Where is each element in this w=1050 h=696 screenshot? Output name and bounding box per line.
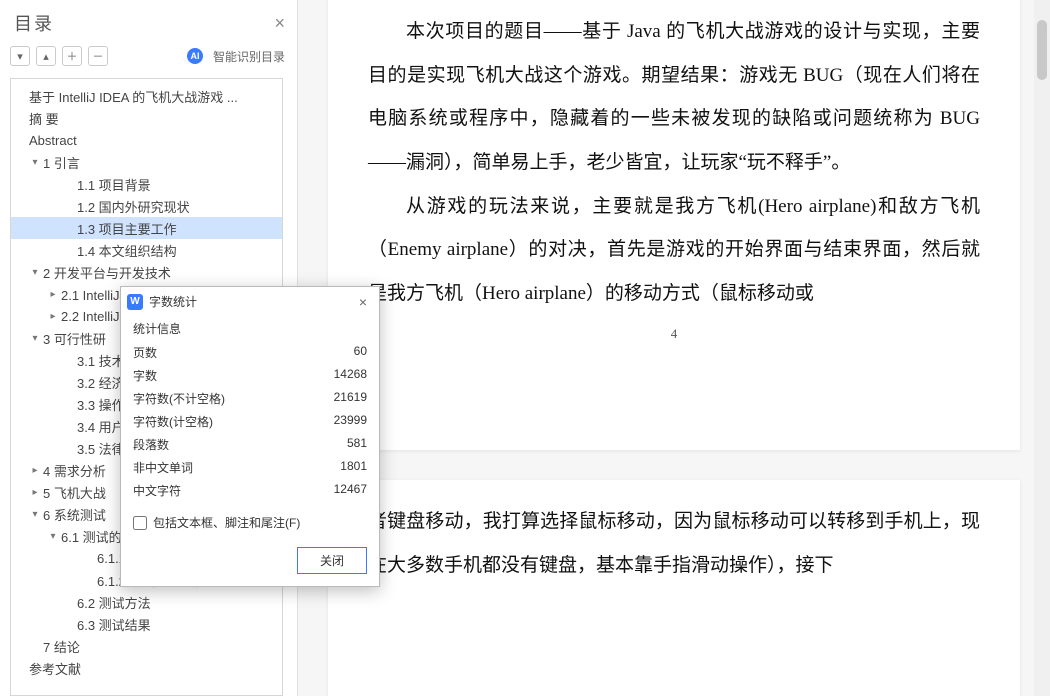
toc-item-label: 2 开发平台与开发技术 — [43, 263, 171, 282]
dialog-close-icon[interactable]: × — [355, 294, 371, 310]
toc-item-1-4[interactable]: 1.4 本文组织结构 — [11, 239, 282, 261]
toc-item-label: 1 引言 — [43, 153, 80, 172]
stats-section-label: 统计信息 — [133, 316, 367, 341]
sidebar-tools: ▾ ▴ ＋ － AI 智能识别目录 — [0, 42, 297, 72]
outline-expand-all-icon[interactable]: ▾ — [10, 46, 30, 66]
toc-item-abstract-cn[interactable]: 摘 要 — [11, 107, 282, 129]
toc-item-label: 5 飞机大战 — [43, 483, 106, 502]
caret-icon[interactable]: ▾ — [29, 157, 41, 168]
word-count-dialog: W 字数统计 × 统计信息 页数60字数14268字符数(不计空格)21619字… — [120, 286, 380, 587]
page-number: 4 — [368, 326, 980, 342]
caret-icon[interactable]: ▸ — [29, 465, 41, 476]
toc-item-label: 3 可行性研 — [43, 329, 106, 348]
toc-item-label: 3.5 法律 — [77, 439, 125, 458]
vertical-scrollbar[interactable] — [1034, 0, 1050, 696]
scrollbar-thumb[interactable] — [1037, 20, 1047, 80]
ai-recognize-toc[interactable]: 智能识别目录 — [213, 48, 285, 65]
toc-item-label: Abstract — [29, 133, 77, 148]
toc-item-label: 7 结论 — [43, 637, 80, 656]
dialog-body: 统计信息 页数60字数14268字符数(不计空格)21619字符数(计空格)23… — [121, 314, 379, 539]
stat-value: 14268 — [334, 367, 367, 384]
dialog-title: 字数统计 — [149, 293, 355, 310]
toc-item-label: 摘 要 — [29, 109, 59, 128]
stat-row: 字数14268 — [133, 364, 367, 387]
include-footnotes-label: 包括文本框、脚注和尾注(F) — [153, 514, 300, 531]
toc-item-6-3[interactable]: 6.3 测试结果 — [11, 613, 282, 635]
stat-value: 12467 — [334, 482, 367, 499]
ai-badge-icon: AI — [187, 48, 203, 64]
toc-item-label: 3.3 操作 — [77, 395, 125, 414]
stat-value: 21619 — [334, 390, 367, 407]
toc-item-label: 4 需求分析 — [43, 461, 106, 480]
toc-item-label: 6 系统测试 — [43, 505, 106, 524]
toc-item-label: 1.1 项目背景 — [77, 175, 151, 194]
stat-row: 非中文单词1801 — [133, 456, 367, 479]
toc-item-abstract-en[interactable]: Abstract — [11, 129, 282, 151]
include-footnotes-checkbox[interactable]: 包括文本框、脚注和尾注(F) — [133, 514, 367, 531]
stat-value: 60 — [354, 344, 367, 361]
paragraph: 者键盘移动，我打算选择鼠标移动，因为鼠标移动可以转移到手机上，现在大多数手机都没… — [368, 500, 980, 587]
toc-item-1[interactable]: ▾1 引言 — [11, 151, 282, 173]
toc-item-label: 6.3 测试结果 — [77, 615, 151, 634]
outline-add-icon[interactable]: ＋ — [62, 46, 82, 66]
stat-label: 非中文单词 — [133, 459, 340, 476]
stat-row: 中文字符12467 — [133, 479, 367, 502]
stat-label: 字符数(不计空格) — [133, 390, 334, 407]
include-footnotes-input[interactable] — [133, 516, 147, 530]
stat-value: 581 — [347, 436, 367, 453]
caret-icon[interactable]: ▸ — [47, 311, 59, 322]
caret-icon[interactable]: ▾ — [29, 333, 41, 344]
toc-item-6-2[interactable]: 6.2 测试方法 — [11, 591, 282, 613]
toc-item-7[interactable]: 7 结论 — [11, 635, 282, 657]
toc-item-label: 1.2 国内外研究现状 — [77, 197, 190, 216]
toc-item-label: 3.4 用户 — [77, 417, 125, 436]
caret-icon[interactable]: ▸ — [47, 289, 59, 300]
toc-item-label: 3.1 技术 — [77, 351, 125, 370]
page-4: 本次项目的题目——基于 Java 的飞机大战游戏的设计与实现，主要目的是实现飞机… — [328, 0, 1020, 450]
page-5: 者键盘移动，我打算选择鼠标移动，因为鼠标移动可以转移到手机上，现在大多数手机都没… — [328, 480, 1020, 696]
stat-value: 1801 — [340, 459, 367, 476]
toc-item-1-1[interactable]: 1.1 项目背景 — [11, 173, 282, 195]
dialog-titlebar[interactable]: W 字数统计 × — [121, 287, 379, 314]
stat-row: 字符数(不计空格)21619 — [133, 387, 367, 410]
stat-row: 段落数581 — [133, 433, 367, 456]
sidebar-title: 目录 — [14, 10, 274, 36]
caret-icon[interactable]: ▾ — [29, 509, 41, 520]
toc-item-title[interactable]: 基于 IntelliJ IDEA 的飞机大战游戏 ... — [11, 85, 282, 107]
stat-label: 中文字符 — [133, 482, 334, 499]
toc-item-label: 2.2 IntelliJ — [61, 309, 120, 324]
document-viewport: 本次项目的题目——基于 Java 的飞机大战游戏的设计与实现，主要目的是实现飞机… — [298, 0, 1050, 696]
toc-item-label: 6.2 测试方法 — [77, 593, 151, 612]
stat-row: 字符数(计空格)23999 — [133, 410, 367, 433]
stat-label: 段落数 — [133, 436, 347, 453]
toc-item-label: 6.1 测试的 — [61, 527, 122, 546]
outline-collapse-all-icon[interactable]: ▴ — [36, 46, 56, 66]
stats-list: 页数60字数14268字符数(不计空格)21619字符数(计空格)23999段落… — [133, 341, 367, 502]
toc-item-2[interactable]: ▾2 开发平台与开发技术 — [11, 261, 282, 283]
stat-row: 页数60 — [133, 341, 367, 364]
toc-item-label: 3.2 经济 — [77, 373, 125, 392]
app-icon: W — [127, 294, 143, 310]
toc-item-1-3[interactable]: 1.3 项目主要工作 — [11, 217, 282, 239]
stat-label: 页数 — [133, 344, 354, 361]
toc-item-label: 1.4 本文组织结构 — [77, 241, 177, 260]
outline-remove-icon[interactable]: － — [88, 46, 108, 66]
caret-icon[interactable]: ▾ — [29, 267, 41, 278]
sidebar-close-icon[interactable]: × — [274, 13, 285, 34]
toc-item-refs[interactable]: 参考文献 — [11, 657, 282, 679]
toc-item-label: 1.3 项目主要工作 — [77, 219, 177, 238]
stat-label: 字符数(计空格) — [133, 413, 334, 430]
paragraph: 从游戏的玩法来说，主要就是我方飞机(Hero airplane)和敌方飞机（En… — [368, 185, 980, 316]
toc-item-1-2[interactable]: 1.2 国内外研究现状 — [11, 195, 282, 217]
sidebar-header: 目录 × — [0, 0, 297, 42]
dialog-close-button[interactable]: 关闭 — [297, 547, 367, 574]
paragraph: 本次项目的题目——基于 Java 的飞机大战游戏的设计与实现，主要目的是实现飞机… — [368, 10, 980, 185]
caret-icon[interactable]: ▸ — [29, 487, 41, 498]
stat-label: 字数 — [133, 367, 334, 384]
caret-icon[interactable]: ▾ — [47, 531, 59, 542]
toc-item-label: 基于 IntelliJ IDEA 的飞机大战游戏 ... — [29, 87, 238, 106]
stat-value: 23999 — [334, 413, 367, 430]
toc-item-label: 参考文献 — [29, 659, 81, 678]
